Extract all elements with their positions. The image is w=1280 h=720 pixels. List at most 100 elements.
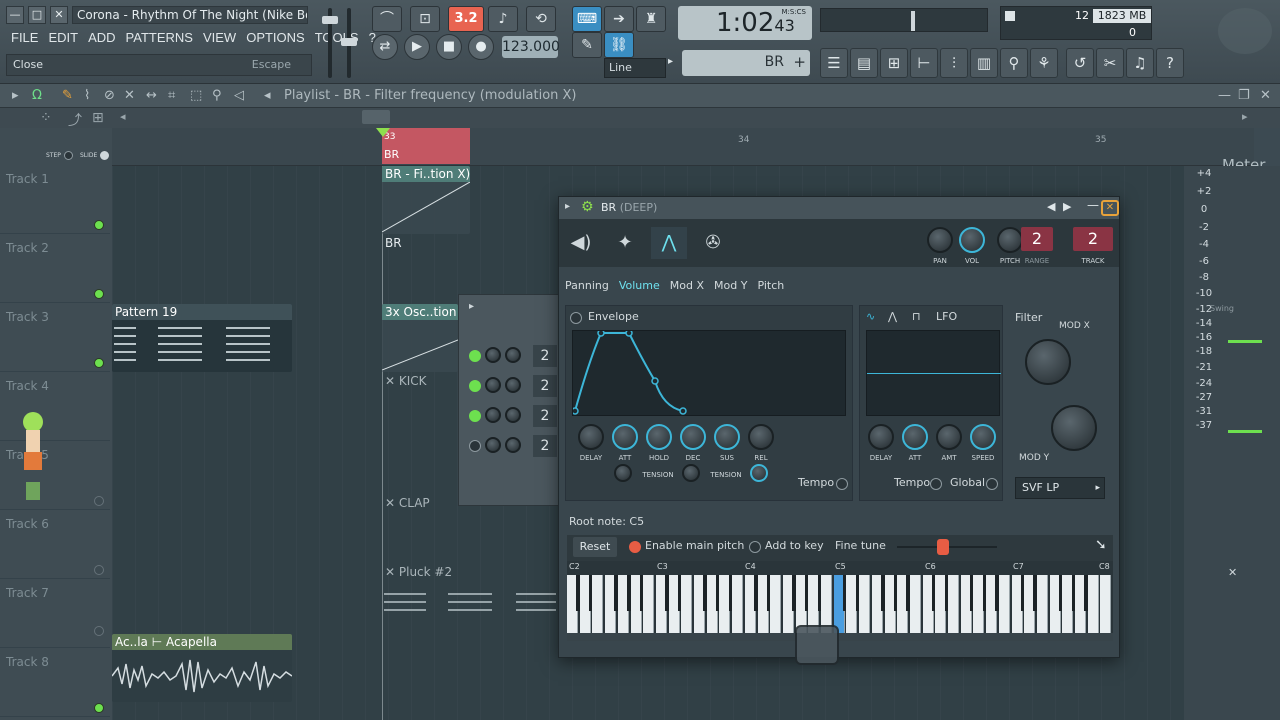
cut-icon[interactable]: ✂ [1096, 48, 1124, 78]
enable-pitch-toggle[interactable] [629, 541, 641, 553]
slice-icon[interactable]: ⌗ [168, 88, 175, 103]
track-header[interactable]: Track 3 [0, 304, 110, 372]
track-header[interactable]: Track 2 [0, 235, 110, 303]
envelope-toggle[interactable] [570, 312, 582, 324]
track-header[interactable]: Track 4 [0, 373, 110, 441]
square-icon[interactable]: ⊓ [912, 310, 921, 323]
tension-knob[interactable] [750, 464, 768, 482]
track-header[interactable]: Track 7 [0, 580, 110, 648]
global-toggle[interactable] [986, 478, 998, 490]
previous-icon[interactable]: ◀ [1047, 200, 1055, 213]
channel-pan-knob[interactable] [485, 407, 501, 423]
minimize-icon[interactable]: — [1218, 88, 1231, 103]
restore-icon[interactable]: ❐ [1238, 88, 1250, 103]
channel-pan-knob[interactable] [485, 377, 501, 393]
vol-knob[interactable] [959, 227, 985, 253]
menu-file[interactable]: FILE [6, 28, 43, 48]
stop-button[interactable]: ■ [436, 34, 462, 60]
track-header[interactable] [0, 704, 110, 720]
reset-button[interactable]: Reset [573, 537, 617, 557]
magnet-icon[interactable]: Ω [32, 88, 42, 103]
channel-number[interactable]: 2 [533, 435, 557, 457]
piano-white-key[interactable] [859, 575, 871, 633]
slide-radio[interactable] [100, 151, 109, 160]
tab-mod-y[interactable]: Mod Y [714, 277, 747, 294]
tempo-toggle[interactable] [836, 478, 848, 490]
pattern-clip[interactable]: Pattern 19 [112, 304, 292, 372]
scroll-left-icon[interactable]: ◂ [120, 110, 126, 123]
menu-view[interactable]: VIEW [198, 28, 241, 48]
piano-white-key[interactable] [592, 575, 604, 633]
keyboard-scrollbar[interactable] [567, 633, 1113, 641]
step-edit-icon[interactable]: ✎ [572, 32, 602, 58]
pattern-clip[interactable]: BR [382, 235, 558, 303]
close-icon[interactable]: ✕ [1260, 88, 1271, 103]
menu-patterns[interactable]: PATTERNS [121, 28, 198, 48]
track-active-led[interactable] [94, 289, 104, 299]
lfo-graph[interactable] [866, 330, 1001, 416]
arrow-left-icon[interactable]: ◂ [264, 88, 271, 103]
pattern-clip[interactable]: ✕ Pluck #2 [382, 564, 558, 632]
channel-number[interactable]: 2 [533, 345, 557, 367]
piano-white-key[interactable] [1036, 575, 1048, 633]
add-to-key-toggle[interactable] [749, 541, 761, 553]
tension-knob[interactable] [682, 464, 700, 482]
channel-vol-knob[interactable] [505, 407, 521, 423]
link-icon[interactable]: ⛓ [604, 32, 634, 58]
help-figure-icon[interactable]: ⚘ [1030, 48, 1058, 78]
piano-white-key[interactable] [948, 575, 959, 633]
arrow-right-icon[interactable]: ▸ [469, 301, 474, 312]
question-icon[interactable]: ? [1156, 48, 1184, 78]
wave-icon[interactable]: ⌒ [372, 6, 402, 32]
track-active-led[interactable] [94, 496, 104, 506]
channel-row[interactable]: 2 [469, 375, 559, 397]
track-header[interactable]: Track 6 [0, 511, 110, 579]
pencil-icon[interactable]: ✎ [62, 88, 73, 103]
track-active-led[interactable] [94, 358, 104, 368]
arrow-right-icon[interactable]: ▸ [12, 88, 19, 103]
master-pitch-handle[interactable] [341, 38, 357, 46]
arrow-left-icon[interactable]: ▸ [668, 56, 673, 67]
piano-icon[interactable]: ⊞ [92, 110, 104, 126]
channel-led[interactable] [469, 440, 481, 452]
channel-row[interactable]: 2 [469, 345, 559, 367]
waveform-icon[interactable]: ⁘ [40, 110, 52, 126]
lfo-speed-knob[interactable] [970, 424, 996, 450]
menu-add[interactable]: ADD [83, 28, 120, 48]
next-icon[interactable]: ▶ [1063, 200, 1071, 213]
piano-white-key[interactable] [732, 575, 744, 633]
mute-icon[interactable]: ✕ [124, 88, 135, 103]
minimize-icon[interactable]: — [1087, 198, 1099, 212]
plugin-titlebar[interactable]: ▸ ⚙ BR (DEEP) ◀ ▶ — ✕ [559, 197, 1119, 219]
browser-icon[interactable]: ⊢ [910, 48, 938, 78]
env-delay-knob[interactable] [578, 424, 604, 450]
pin-icon[interactable]: ➘ [1095, 537, 1107, 553]
mod-x-knob[interactable] [1025, 339, 1071, 385]
env-sustain-knob[interactable] [714, 424, 740, 450]
tab-panning[interactable]: Panning [565, 277, 609, 294]
env-decay-knob[interactable] [680, 424, 706, 450]
piano-keyboard[interactable]: C2 C3 C4 C5 C6 C7 C8 [567, 561, 1113, 641]
channel-number[interactable]: 2 [533, 405, 557, 427]
minimize-button[interactable]: — [6, 6, 24, 24]
track-active-led[interactable] [94, 565, 104, 575]
lfo-attack-knob[interactable] [902, 424, 928, 450]
tension-knob[interactable] [614, 464, 632, 482]
pattern-clip[interactable]: ✕ KICK [382, 373, 458, 441]
timeline-ruler[interactable]: 33 BR 34 35 [112, 128, 1254, 166]
beat-icon[interactable]: ♪ [488, 6, 518, 32]
lfo-delay-knob[interactable] [868, 424, 894, 450]
close-button[interactable]: ✕ [50, 6, 68, 24]
piano-roll-icon[interactable]: ⊞ [880, 48, 908, 78]
scroll-right-icon[interactable]: ▸ [1242, 110, 1248, 123]
project-info-icon[interactable]: ▥ [970, 48, 998, 78]
channel-led[interactable] [469, 410, 481, 422]
channel-led[interactable] [469, 350, 481, 362]
tab-volume[interactable]: Volume [619, 277, 660, 294]
env-attack-knob[interactable] [612, 424, 638, 450]
fine-tune-handle[interactable] [937, 539, 949, 555]
channel-pan-knob[interactable] [485, 347, 501, 363]
piano-white-key[interactable] [681, 575, 693, 633]
speaker-icon[interactable]: ◁ [234, 88, 244, 103]
slip-icon[interactable]: ↔ [146, 88, 157, 103]
